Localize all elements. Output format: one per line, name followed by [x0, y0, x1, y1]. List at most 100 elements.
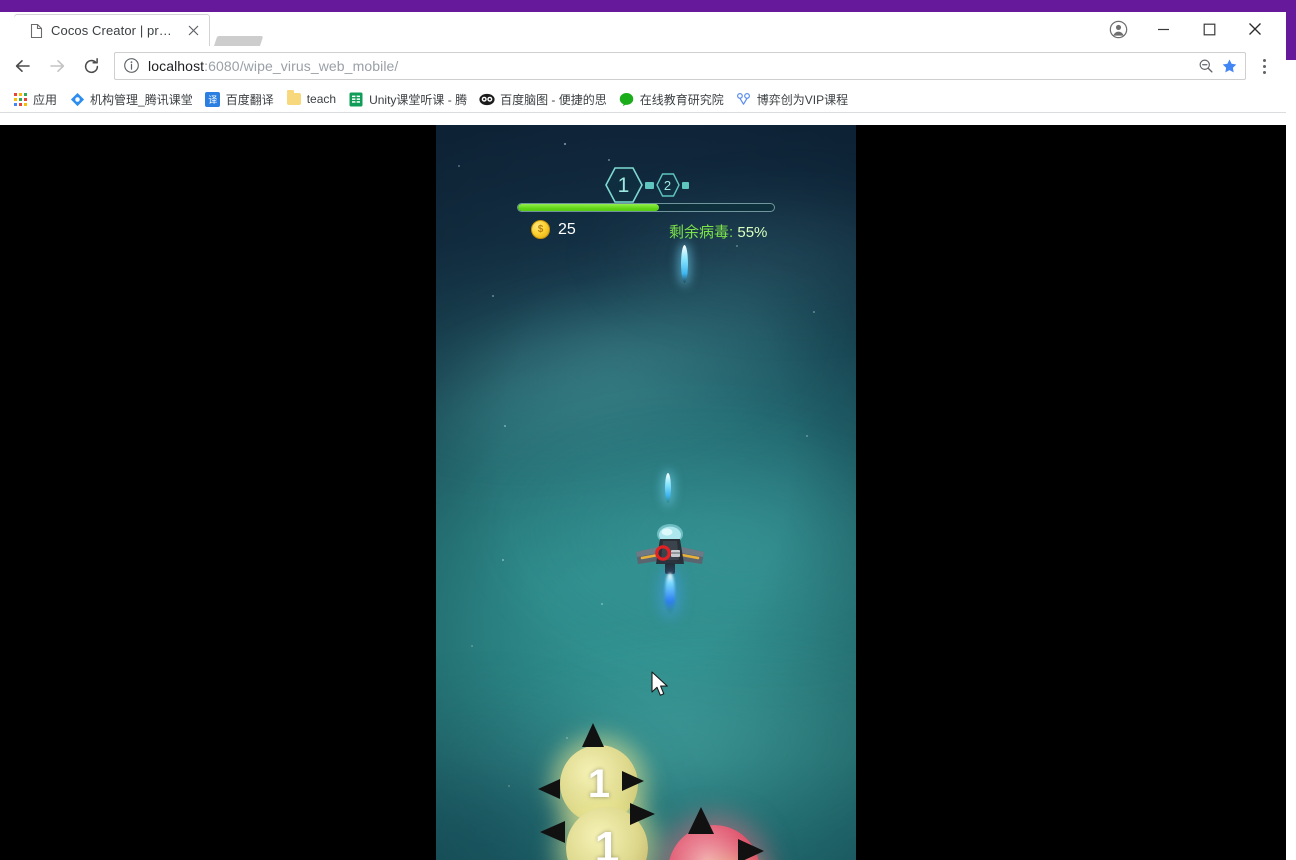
bookmark-label: 在线教育研究院 [639, 92, 724, 107]
bookmark-baidu-translate[interactable]: 译 百度翻译 [199, 88, 280, 110]
bookmark-teach-folder[interactable]: teach [280, 88, 342, 110]
menu-dot [1262, 58, 1266, 62]
bookmark-label: 机构管理_腾讯课堂 [90, 92, 193, 107]
bullet-lower [665, 473, 671, 503]
menu-dot [1262, 64, 1266, 68]
baidu-naotu-icon [479, 91, 495, 107]
bookmark-star-icon[interactable] [1217, 55, 1241, 77]
close-window-button[interactable] [1232, 12, 1278, 46]
enemy-hp: 1 [587, 761, 611, 806]
enemy-spike [688, 807, 714, 834]
level-indicator-next[interactable]: 2 [655, 172, 681, 198]
remaining-virus-label: 剩余病毒 [669, 224, 730, 241]
reload-icon[interactable] [76, 51, 106, 81]
bullet-upper [681, 245, 688, 283]
bookmark-label: Unity课堂听课 - 腾 [369, 92, 468, 107]
level-indicator-group: 1 2 [436, 165, 856, 205]
enemy-spike [622, 771, 644, 791]
level-indicator-current[interactable]: 1 [604, 165, 644, 205]
bookmarks-bar: 应用 机构管理_腾讯课堂 译 百度翻译 teach Unity课堂听课 - 腾 … [0, 86, 1286, 113]
bookmark-unity-classroom[interactable]: Unity课堂听课 - 腾 [342, 88, 473, 110]
player-spaceship[interactable] [632, 520, 708, 613]
enemy-spike [582, 723, 604, 747]
mouse-cursor-arrow [651, 671, 671, 699]
star [502, 559, 504, 561]
bookmark-label: 百度翻译 [225, 92, 274, 107]
ship-exhaust-flame [665, 573, 675, 613]
tencent-classroom-icon [69, 91, 85, 107]
bookmark-boyi-vip-course[interactable]: 博弈创为VIP课程 [730, 88, 854, 110]
folder-icon [286, 90, 302, 107]
level-next-number: 2 [663, 177, 672, 193]
bookmark-apps[interactable]: 应用 [6, 88, 63, 110]
star [504, 425, 506, 427]
coin-value: 25 [558, 220, 576, 238]
coin-icon: $ [531, 220, 550, 239]
browser-toolbar: localhost:6080/wipe_virus_web_mobile/ [0, 46, 1286, 86]
info-circle-icon[interactable] [123, 57, 141, 75]
level-end-dot [681, 181, 689, 189]
bookmark-label: 百度脑图 - 便捷的思 [500, 92, 607, 107]
forward-arrow-icon [42, 51, 72, 81]
three-dot-menu-icon[interactable] [1250, 51, 1278, 81]
chrome-browser-window: Cocos Creator | project localhost:6080/w… [0, 12, 1286, 860]
aurora-veil [436, 223, 856, 517]
enemy-spike [738, 839, 764, 860]
menu-dot [1262, 70, 1266, 74]
window-controls [1096, 12, 1278, 46]
game-canvas[interactable]: 1 2 $ 25 剩余病毒: 55% 1 1 [436, 125, 856, 860]
bookmark-label: 博弈创为VIP课程 [756, 92, 849, 107]
hud-stats-row: $ 25 剩余病毒: 55% [436, 220, 856, 246]
star [564, 143, 566, 145]
address-bar[interactable]: localhost:6080/wipe_virus_web_mobile/ [114, 52, 1246, 80]
url-text: localhost:6080/wipe_virus_web_mobile/ [148, 58, 1195, 74]
bookmark-tencent-classroom[interactable]: 机构管理_腾讯课堂 [63, 88, 199, 110]
level-current-number: 1 [617, 173, 630, 197]
star [608, 159, 610, 161]
star [508, 785, 510, 787]
level-progress-fill [518, 204, 659, 211]
virus-enemy-2[interactable]: 1 [540, 803, 655, 860]
enemy-hp: 1 [594, 823, 620, 860]
remaining-virus-percent: 55% [737, 224, 768, 241]
star [471, 645, 473, 647]
star [806, 435, 808, 437]
level-link-dot [644, 181, 654, 189]
maximize-button[interactable] [1186, 12, 1232, 46]
apps-grid-icon [12, 91, 28, 107]
url-path: :6080/wipe_virus_web_mobile/ [204, 58, 399, 74]
page-viewport: 1 2 $ 25 剩余病毒: 55% 1 1 [0, 125, 1286, 860]
desktop-background-right [1286, 0, 1296, 60]
enemy-spike [630, 803, 655, 825]
desktop-background-strip [0, 0, 1296, 12]
star [566, 737, 568, 739]
bookmark-label: teach [306, 92, 337, 106]
zoom-out-magnifier-icon[interactable] [1195, 55, 1217, 77]
boyi-icon [736, 91, 752, 107]
enemy-spike [540, 821, 565, 843]
tab-strip: Cocos Creator | project [0, 12, 1286, 56]
back-arrow-icon[interactable] [8, 51, 38, 81]
bookmark-baidu-naotu[interactable]: 百度脑图 - 便捷的思 [473, 88, 613, 110]
star [601, 603, 603, 605]
tab-title: Cocos Creator | project [51, 23, 178, 38]
translate-glyph: 译 [205, 91, 221, 107]
enemy-spike [538, 779, 560, 799]
google-sheets-icon [348, 91, 364, 107]
url-host: localhost [148, 58, 205, 74]
level-progress-bar [517, 203, 775, 212]
remaining-virus-status: 剩余病毒: 55% [669, 221, 767, 242]
star [813, 311, 815, 313]
baidu-translate-icon: 译 [205, 91, 221, 107]
virus-enemy-3[interactable]: 1 [668, 807, 764, 860]
browser-tab-active[interactable]: Cocos Creator | project [4, 14, 210, 46]
chat-bubble-icon [619, 91, 635, 107]
account-avatar-icon[interactable] [1096, 12, 1140, 46]
star [492, 295, 494, 297]
coin-counter: $ 25 [531, 220, 576, 239]
bookmark-label: 应用 [33, 92, 58, 107]
minimize-button[interactable] [1140, 12, 1186, 46]
screen: Cocos Creator | project localhost:6080/w… [0, 0, 1296, 860]
close-icon[interactable] [185, 23, 201, 39]
bookmark-online-edu-institute[interactable]: 在线教育研究院 [613, 88, 730, 110]
